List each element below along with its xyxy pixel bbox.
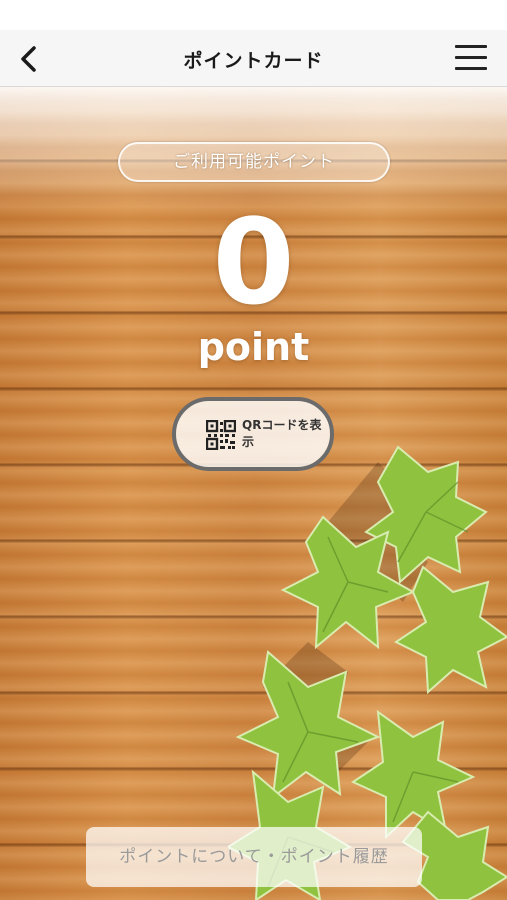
points-info-history-link[interactable]: ポイントについて・ポイント履歴 [86,827,422,887]
point-card-background: ご利用可能ポイント 0 point QRコードを表示 ポイントについて・ポイント… [0,87,507,900]
points-unit: point [197,325,310,369]
available-points-label: ご利用可能ポイント [118,142,390,182]
points-value: 0 [212,193,295,331]
hamburger-menu-icon[interactable] [455,45,487,73]
navigation-bar: ポイントカード [0,30,507,87]
page-title: ポイントカード [183,50,324,72]
status-bar-area [0,0,507,30]
